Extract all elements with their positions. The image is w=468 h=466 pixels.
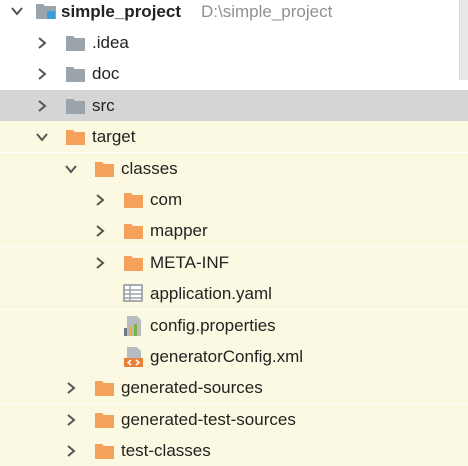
tree-root-row[interactable]: simple_project D:\simple_project	[0, 0, 468, 27]
excluded-folder-icon	[95, 412, 114, 428]
module-folder-icon	[36, 4, 56, 19]
chevron-right-icon[interactable]	[93, 256, 107, 270]
yaml-file-icon	[123, 284, 143, 302]
tree-item-label: src	[92, 95, 115, 115]
tree-row[interactable]: config.properties	[0, 309, 468, 341]
tree-item-label: target	[92, 127, 136, 147]
folder-icon	[66, 98, 85, 114]
tree-row[interactable]: src	[0, 89, 468, 121]
tree-item-label: application.yaml	[150, 284, 272, 304]
tree-item-label: classes	[121, 158, 178, 178]
tree-row[interactable]: META-INF	[0, 246, 468, 278]
tree-row[interactable]: application.yaml	[0, 278, 468, 310]
chevron-down-icon[interactable]	[64, 162, 78, 176]
excluded-folder-icon	[124, 255, 143, 271]
tree-item-label: generated-sources	[121, 378, 263, 398]
project-name: simple_project	[61, 2, 181, 21]
chevron-right-icon[interactable]	[35, 67, 49, 81]
chevron-down-icon[interactable]	[10, 4, 24, 18]
scrollbar-thumb[interactable]	[459, 0, 468, 80]
xml-file-icon	[124, 347, 143, 367]
excluded-folder-icon	[124, 193, 143, 208]
excluded-folder-icon	[95, 381, 114, 397]
tree-row[interactable]: test-classes	[0, 435, 468, 466]
chevron-right-icon[interactable]	[64, 413, 78, 427]
tree-item-label: com	[150, 190, 183, 209]
chevron-right-icon[interactable]	[93, 193, 107, 207]
chevron-right-icon[interactable]	[64, 444, 78, 458]
tree-item-label: .idea	[92, 33, 129, 52]
project-tree: simple_project D:\simple_project .idea do…	[0, 0, 468, 466]
chevron-right-icon[interactable]	[35, 99, 49, 113]
tree-item-label: generatorConfig.xml	[150, 347, 304, 366]
tree-row[interactable]: classes	[0, 152, 468, 184]
tree-item-label: generated-test-sources	[121, 409, 296, 429]
excluded-folder-icon	[95, 444, 114, 460]
tree-row[interactable]: mapper	[0, 215, 468, 247]
tree-item-label: config.properties	[150, 315, 276, 335]
tree-item-label: doc	[92, 64, 120, 84]
tree-row[interactable]: generated-test-sources	[0, 403, 468, 435]
project-path: D:\simple_project	[201, 2, 333, 21]
tree-item-label: mapper	[150, 221, 208, 241]
tree-row[interactable]: target	[0, 121, 468, 153]
tree-row[interactable]: generatorConfig.xml	[0, 341, 468, 372]
chevron-right-icon[interactable]	[35, 36, 49, 50]
folder-icon	[66, 36, 85, 51]
folder-icon	[66, 67, 85, 83]
excluded-folder-icon	[124, 224, 143, 240]
chevron-down-icon[interactable]	[35, 130, 49, 144]
tree-row[interactable]: com	[0, 184, 468, 215]
tree-row[interactable]: doc	[0, 58, 468, 89]
tree-row[interactable]: .idea	[0, 27, 468, 58]
chevron-right-icon[interactable]	[93, 224, 107, 238]
chevron-right-icon[interactable]	[64, 381, 78, 395]
tree-item-label: META-INF	[150, 252, 230, 272]
properties-file-icon	[124, 315, 141, 336]
excluded-folder-icon	[66, 130, 85, 146]
tree-row[interactable]: generated-sources	[0, 372, 468, 404]
tree-item-label: test-classes	[121, 441, 211, 461]
excluded-folder-icon	[95, 161, 114, 177]
